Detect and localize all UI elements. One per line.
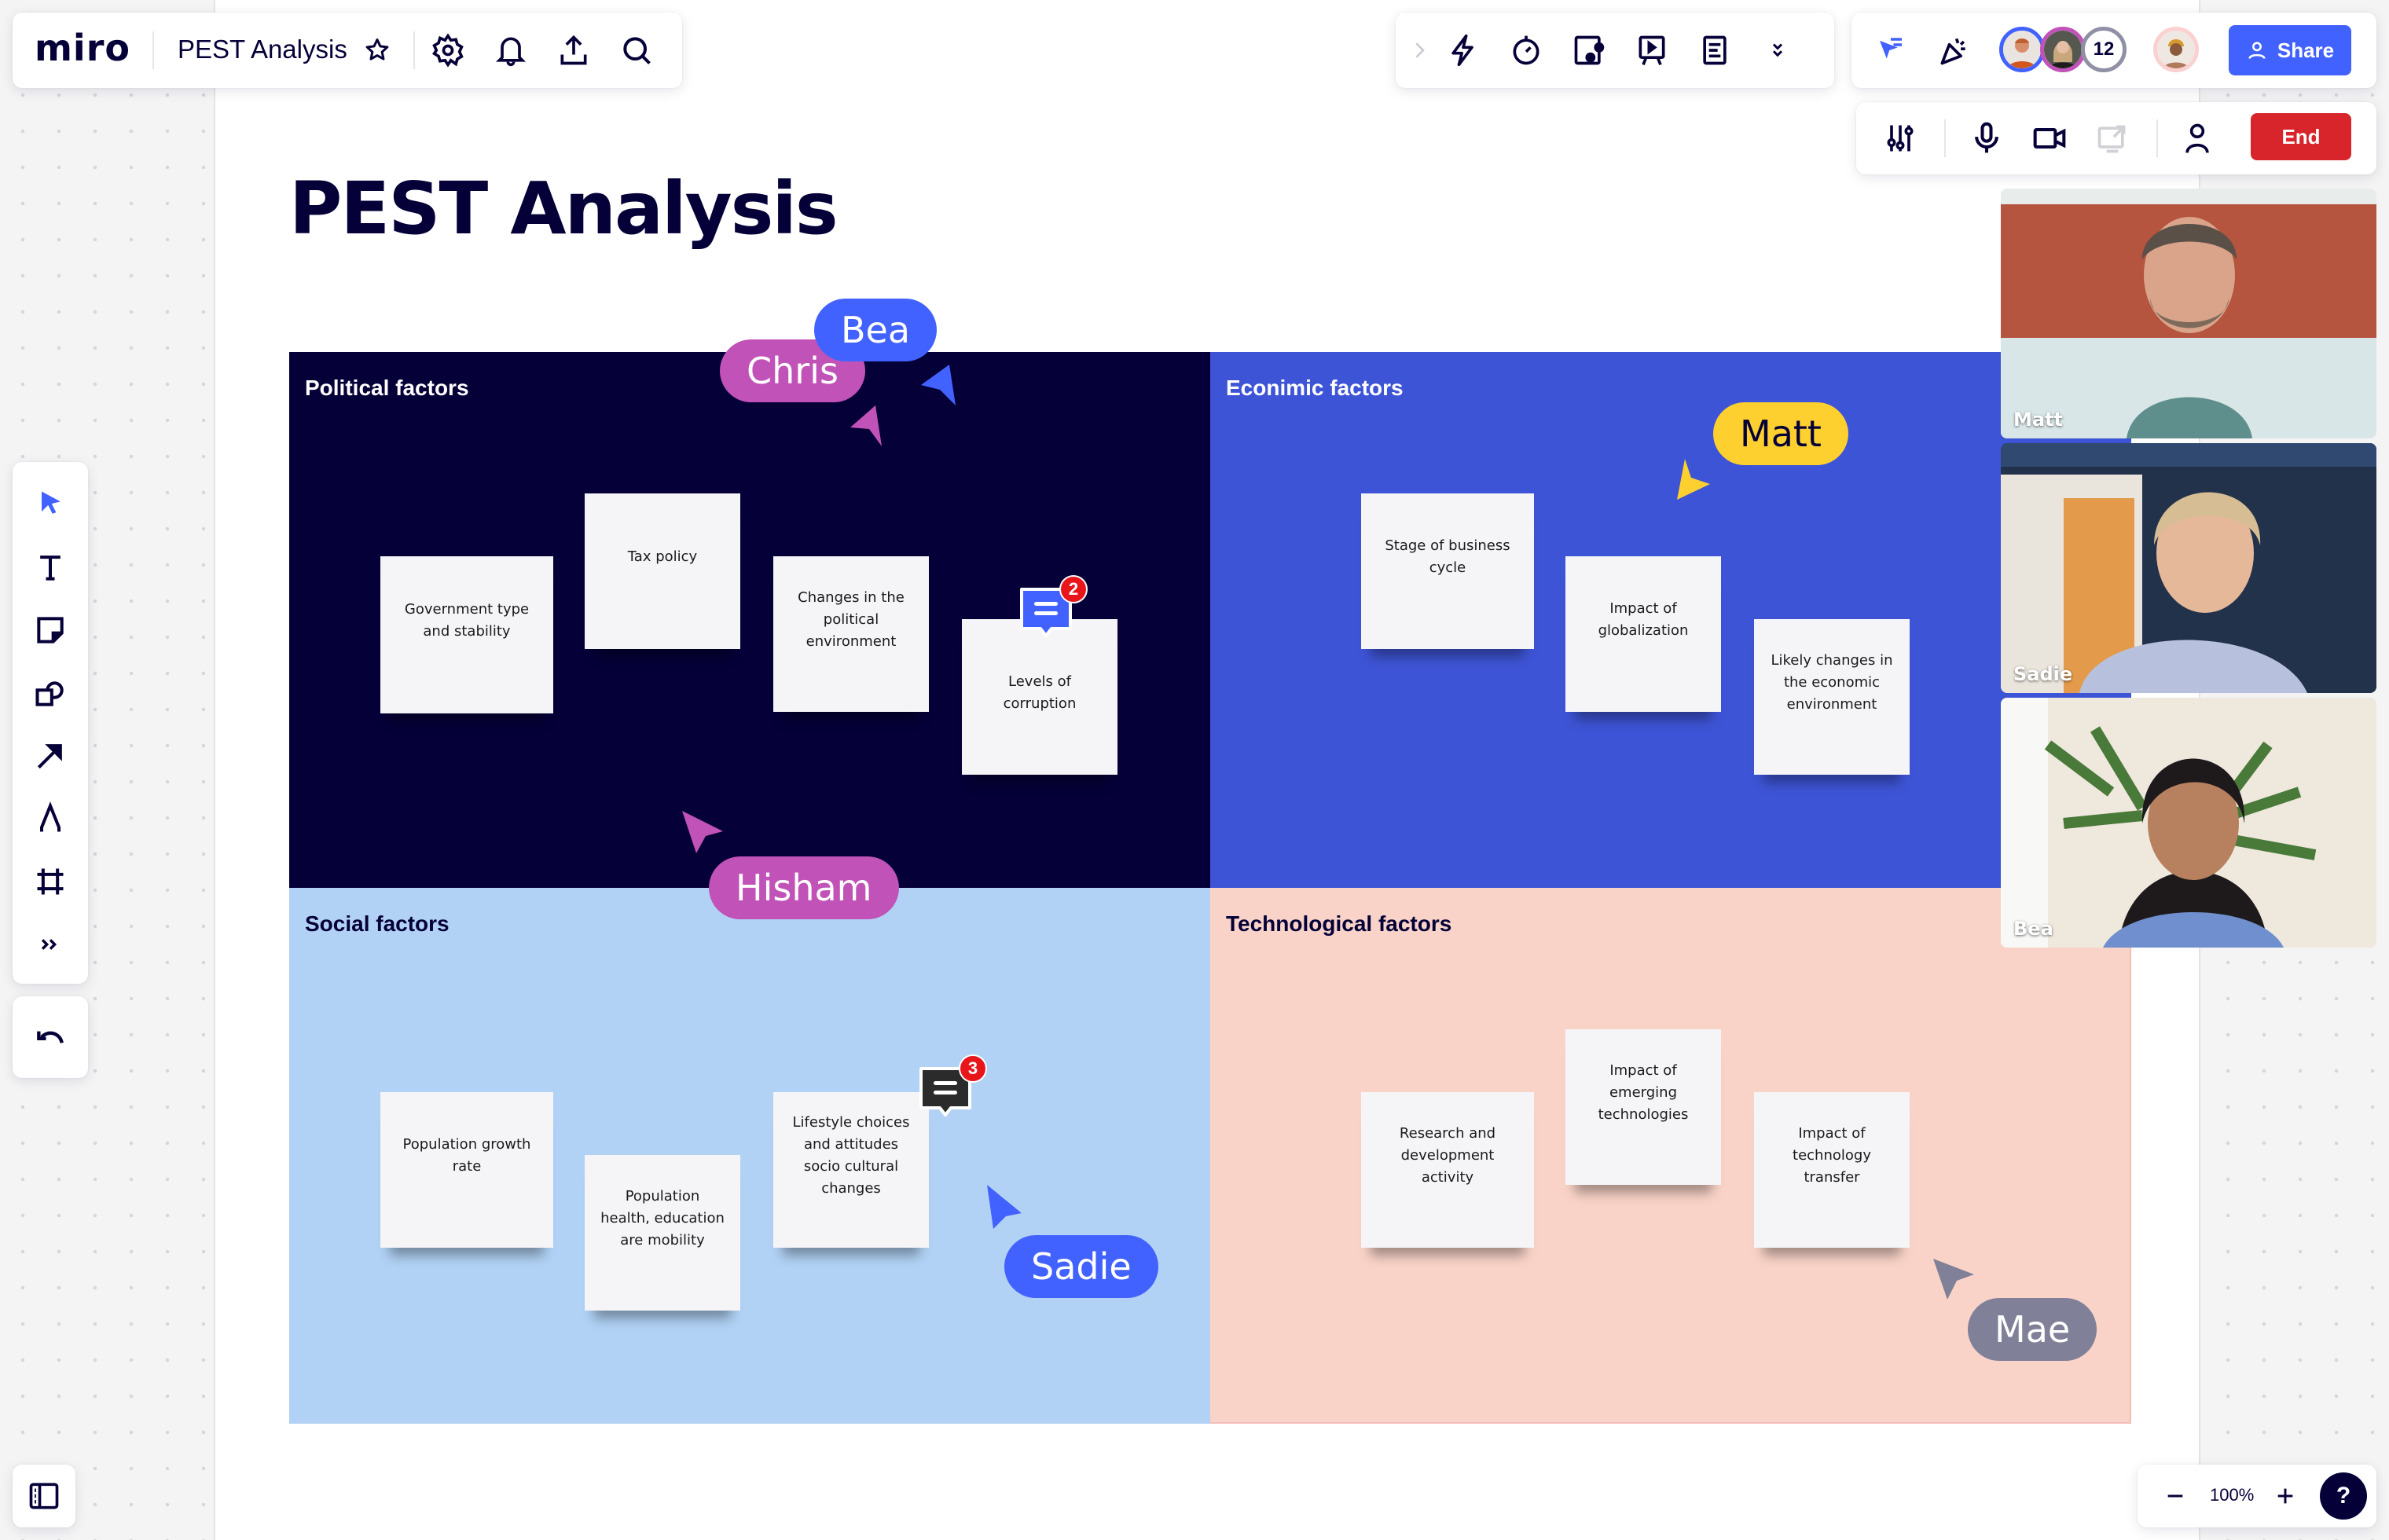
quadrant-title: Political factors [305, 376, 469, 400]
left-toolbar [13, 462, 88, 984]
quadrant-economic[interactable]: Econimic factors Stage of business cycle… [1210, 352, 2131, 888]
comment-thread[interactable]: 2 [1018, 575, 1088, 641]
sticky-note[interactable]: Population growth rate [380, 1092, 553, 1248]
top-toolbar [1396, 13, 1834, 88]
divider [413, 31, 415, 69]
comment-count-badge: 3 [959, 1054, 987, 1083]
participant-name: Sadie [2013, 663, 2073, 685]
settings-sliders-icon[interactable] [1875, 113, 1925, 163]
timer-icon[interactable] [1501, 25, 1551, 75]
cursor-arrow-hisham [682, 811, 723, 853]
share-button[interactable]: Share [2229, 25, 2351, 75]
more-tools-icon[interactable] [25, 919, 75, 970]
divider [1944, 119, 1946, 157]
celebrate-icon[interactable] [1928, 25, 1979, 75]
sticky-note[interactable]: Changes in the political environment [773, 556, 929, 712]
cursor-label-hisham: Hisham [709, 856, 899, 919]
sticky-note-icon[interactable] [25, 605, 75, 655]
end-call-button[interactable]: End [2251, 113, 2351, 160]
divider [2156, 119, 2158, 157]
comment-count-badge: 2 [1059, 575, 1088, 603]
zoom-controls: 100% ? [2138, 1465, 2376, 1527]
chevron-right-icon[interactable] [1404, 25, 1435, 75]
cursor-arrow-matt [1677, 459, 1710, 500]
help-button[interactable]: ? [2320, 1472, 2367, 1520]
star-icon[interactable] [352, 25, 402, 75]
sticky-note[interactable]: Impact of globalization [1565, 556, 1721, 712]
camera-icon[interactable] [2024, 113, 2075, 163]
select-cursor-icon[interactable] [25, 479, 75, 530]
cursor-arrow-mae [1933, 1259, 1974, 1300]
avatar-1[interactable] [1999, 27, 2045, 72]
board-header: miro PEST Analysis [13, 13, 682, 88]
participant-video [2001, 189, 2376, 438]
miro-logo[interactable]: miro [35, 27, 130, 69]
quadrant-title: Technological factors [1226, 911, 1452, 936]
sticky-note[interactable]: Lifestyle choices and attitudes socio cu… [773, 1092, 929, 1248]
quadrant-title: Social factors [305, 911, 450, 936]
sticky-note[interactable]: Impact of emerging technologies [1565, 1029, 1721, 1185]
zoom-out-icon[interactable] [2150, 1471, 2200, 1521]
chevron-double-down-icon[interactable] [1752, 25, 1803, 75]
screen-share-icon[interactable] [2087, 113, 2138, 163]
quadrant-social[interactable]: Social factors Population growth rate Po… [289, 888, 1210, 1424]
zoom-level[interactable]: 100% [2210, 1485, 2254, 1505]
sticky-note[interactable]: Levels of corruption [962, 619, 1117, 775]
search-icon[interactable] [611, 25, 662, 75]
bell-icon[interactable] [486, 25, 536, 75]
sticky-note[interactable]: Tax policy [585, 493, 740, 649]
participant-video [2001, 443, 2376, 693]
share-label: Share [2277, 38, 2335, 62]
sticky-note[interactable]: Stage of business cycle [1361, 493, 1534, 649]
video-tile[interactable]: Matt [2001, 189, 2376, 438]
upload-icon[interactable] [549, 25, 599, 75]
board-name[interactable]: PEST Analysis [178, 35, 347, 64]
participant-video [2001, 698, 2376, 948]
quadrant-title: Econimic factors [1226, 376, 1404, 400]
cursor-filter-icon[interactable] [1866, 25, 1916, 75]
presentation-icon[interactable] [1627, 25, 1677, 75]
canvas-title[interactable]: PEST Analysis [289, 167, 839, 251]
sticky-note[interactable]: Research and development activity [1361, 1092, 1534, 1248]
lightning-icon[interactable] [1438, 25, 1488, 75]
participant-name: Matt [2013, 409, 2064, 431]
notes-icon[interactable] [1690, 25, 1740, 75]
comment-thread[interactable]: 3 [918, 1054, 987, 1120]
sticky-note[interactable]: Government type and stability [380, 556, 553, 713]
sticky-note[interactable]: Likely changes in the economic environme… [1754, 619, 1910, 775]
arrow-connector-icon[interactable] [25, 731, 75, 781]
text-icon[interactable] [25, 542, 75, 592]
sticky-note[interactable]: Population health, education are mobilit… [585, 1155, 740, 1311]
frame-icon[interactable] [25, 856, 75, 907]
sidebar-panel-icon [19, 1471, 69, 1521]
person-icon [2248, 42, 2266, 59]
help-icon: ? [2336, 1483, 2351, 1509]
cursor-arrow-bea [921, 365, 956, 405]
card-icon[interactable] [1564, 25, 1614, 75]
board-panel-toggle[interactable] [13, 1465, 75, 1527]
undo-panel [13, 996, 88, 1078]
cursor-arrow-chris [850, 405, 882, 446]
current-user-avatar[interactable] [2153, 27, 2199, 72]
cursor-arrow-sadie [987, 1185, 1022, 1229]
gear-icon[interactable] [423, 25, 473, 75]
participant-count: 12 [2093, 38, 2115, 60]
divider [152, 31, 154, 69]
undo-icon[interactable] [25, 1012, 75, 1062]
pen-icon[interactable] [25, 794, 75, 844]
sticky-note[interactable]: Impact of technology transfer [1754, 1092, 1910, 1248]
microphone-icon[interactable] [1961, 113, 2012, 163]
zoom-in-icon[interactable] [2260, 1471, 2310, 1521]
video-tile[interactable]: Sadie [2001, 443, 2376, 693]
person-icon[interactable] [2172, 113, 2222, 163]
more-participants[interactable]: 12 [2081, 27, 2127, 72]
cursor-label-sadie: Sadie [1004, 1235, 1158, 1298]
cursor-label-mae: Mae [1968, 1298, 2097, 1361]
participant-name: Bea [2013, 918, 2053, 940]
cursor-label-bea: Bea [814, 299, 938, 361]
cursor-label-matt: Matt [1713, 402, 1848, 465]
avatar-2[interactable] [2040, 27, 2086, 72]
shapes-icon[interactable] [25, 668, 75, 718]
video-tile[interactable]: Bea [2001, 698, 2376, 948]
